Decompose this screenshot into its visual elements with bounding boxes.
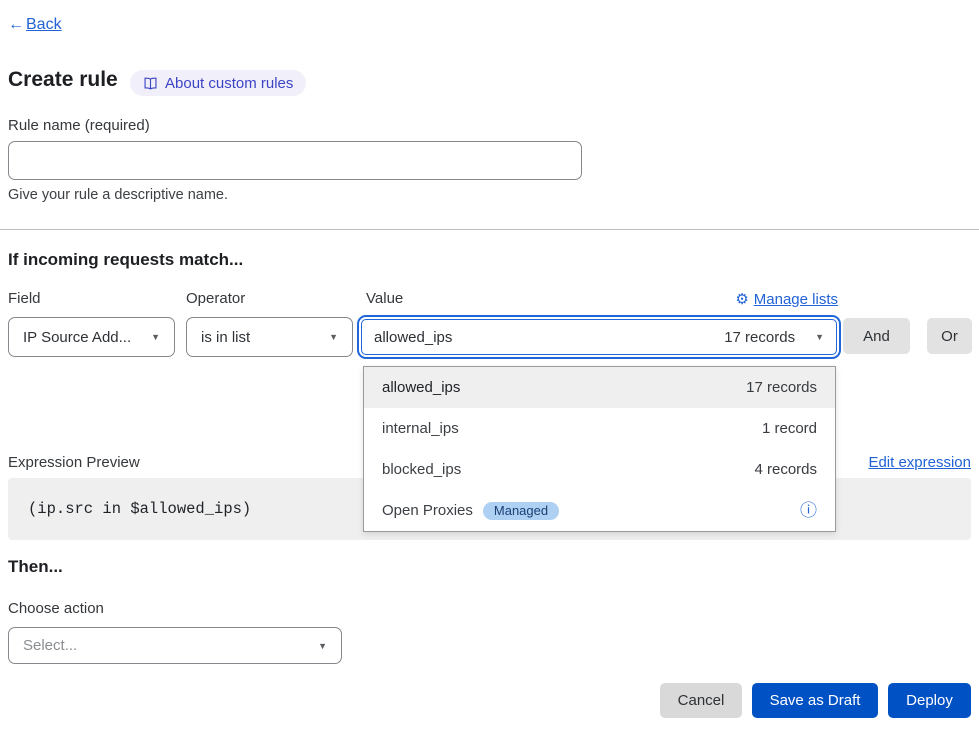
info-icon[interactable]: ⓘ — [800, 502, 817, 519]
about-custom-rules-link[interactable]: About custom rules — [130, 70, 306, 96]
back-arrow-icon: ← — [8, 16, 24, 33]
action-select[interactable]: Select... ▼ — [8, 627, 342, 664]
back-link-label: Back — [26, 16, 62, 33]
choose-action-label: Choose action — [8, 600, 104, 617]
edit-expression-link[interactable]: Edit expression — [868, 454, 971, 471]
list-record-count: 17 records — [746, 379, 817, 396]
rule-name-helper-text: Give your rule a descriptive name. — [8, 187, 228, 203]
chevron-down-icon: ▼ — [318, 641, 327, 651]
dropdown-item-internal-ips[interactable]: internal_ips 1 record — [364, 408, 835, 449]
manage-lists-link[interactable]: ⚙ Manage lists — [735, 290, 838, 308]
list-name: blocked_ips — [382, 461, 754, 478]
cancel-button[interactable]: Cancel — [660, 683, 742, 718]
field-label: Field — [8, 290, 41, 307]
chevron-down-icon: ▼ — [151, 332, 160, 342]
list-name: allowed_ips — [382, 379, 746, 396]
then-section-heading: Then... — [8, 557, 63, 577]
dropdown-item-allowed-ips[interactable]: allowed_ips 17 records — [364, 367, 835, 408]
chevron-down-icon: ▼ — [329, 332, 338, 342]
operator-label: Operator — [186, 290, 245, 307]
dropdown-item-blocked-ips[interactable]: blocked_ips 4 records — [364, 449, 835, 490]
save-as-draft-button[interactable]: Save as Draft — [752, 683, 878, 718]
match-section-heading: If incoming requests match... — [8, 250, 243, 270]
managed-badge: Managed — [483, 502, 559, 520]
manage-lists-label: Manage lists — [754, 291, 838, 308]
or-button[interactable]: Or — [927, 318, 972, 354]
chevron-down-icon: ▼ — [815, 332, 824, 342]
list-record-count: 1 record — [762, 420, 817, 437]
rule-name-input[interactable] — [8, 141, 582, 180]
expression-code: (ip.src in $allowed_ips) — [28, 500, 251, 518]
section-divider — [0, 229, 979, 230]
list-name: Open Proxies — [382, 502, 473, 519]
about-custom-rules-label: About custom rules — [165, 75, 293, 92]
deploy-button[interactable]: Deploy — [888, 683, 971, 718]
list-name: internal_ips — [382, 420, 762, 437]
field-select-value: IP Source Add... — [23, 329, 131, 346]
page-title: Create rule — [8, 68, 118, 92]
create-rule-page: ←Back Create rule About custom rules Rul… — [0, 0, 979, 739]
rule-name-label: Rule name (required) — [8, 117, 150, 134]
back-link[interactable]: ←Back — [8, 16, 62, 34]
field-select[interactable]: IP Source Add... ▼ — [8, 317, 175, 357]
and-button[interactable]: And — [843, 318, 910, 354]
operator-select[interactable]: is in list ▼ — [186, 317, 353, 357]
operator-select-value: is in list — [201, 329, 250, 346]
value-select[interactable]: allowed_ips 17 records ▼ — [357, 315, 841, 359]
action-select-placeholder: Select... — [23, 637, 77, 654]
list-record-count: 4 records — [754, 461, 817, 478]
value-select-records: 17 records — [724, 329, 795, 346]
dropdown-item-open-proxies[interactable]: Open Proxies Managed ⓘ — [364, 490, 835, 531]
gear-icon: ⚙ — [735, 290, 748, 308]
value-label: Value — [366, 290, 403, 307]
value-select-inner: allowed_ips 17 records ▼ — [361, 319, 837, 355]
expression-preview-label: Expression Preview — [8, 454, 140, 471]
book-icon — [143, 76, 158, 91]
value-dropdown-panel: allowed_ips 17 records internal_ips 1 re… — [363, 366, 836, 532]
value-select-value: allowed_ips — [374, 329, 724, 346]
